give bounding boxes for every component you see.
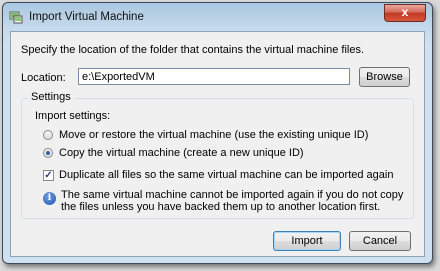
- duplicate-files-label[interactable]: Duplicate all files so the same virtual …: [59, 169, 393, 181]
- cancel-button[interactable]: Cancel: [349, 231, 411, 251]
- info-icon: i: [43, 192, 56, 205]
- window-title: Import Virtual Machine: [29, 11, 144, 23]
- browse-button[interactable]: Browse: [359, 67, 410, 87]
- dialog-content: Specify the location of the folder that …: [10, 31, 425, 257]
- close-button[interactable]: x: [384, 4, 426, 22]
- title-bar[interactable]: Import Virtual Machine x: [3, 3, 432, 31]
- instruction-text: Specify the location of the folder that …: [21, 44, 365, 56]
- close-icon: x: [401, 5, 409, 19]
- duplicate-files-checkbox[interactable]: ✓: [43, 170, 54, 181]
- copy-vm-label[interactable]: Copy the virtual machine (create a new u…: [59, 147, 304, 159]
- move-restore-radio[interactable]: [43, 130, 53, 140]
- import-button[interactable]: Import: [273, 231, 341, 251]
- copy-vm-radio[interactable]: [43, 148, 53, 158]
- settings-group-label: Settings: [28, 91, 74, 103]
- location-input[interactable]: [78, 68, 350, 85]
- virtual-machine-icon: [9, 11, 23, 24]
- location-label: Location:: [21, 72, 66, 84]
- info-message: The same virtual machine cannot be impor…: [61, 189, 404, 213]
- checkmark-icon: ✓: [44, 170, 53, 181]
- import-dialog-window: Import Virtual Machine x Specify the loc…: [2, 2, 433, 264]
- import-settings-label: Import settings:: [35, 110, 111, 122]
- move-restore-label[interactable]: Move or restore the virtual machine (use…: [59, 129, 368, 141]
